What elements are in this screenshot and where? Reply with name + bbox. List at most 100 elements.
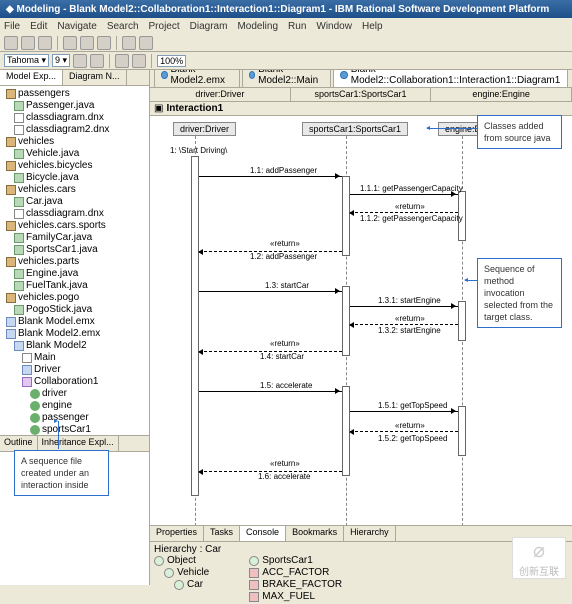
tree-item[interactable]: engine [42, 400, 72, 412]
run-icon[interactable] [63, 36, 77, 50]
menu-window[interactable]: Window [316, 21, 352, 32]
tree-item[interactable]: Blank Model.emx [18, 316, 95, 328]
message-arrow[interactable] [350, 306, 458, 307]
tree-item[interactable]: vehicles.bicycles [18, 160, 92, 172]
tree-item[interactable]: SportsCar1.java [26, 244, 98, 256]
lifeline-head-driver[interactable]: driver:Driver [173, 122, 236, 136]
tab-model-explorer[interactable]: Model Exp... [0, 70, 63, 85]
hier-item[interactable]: Vehicle [177, 567, 209, 578]
tree-item[interactable]: passenger [42, 412, 89, 424]
tab-tasks[interactable]: Tasks [204, 526, 240, 541]
tree-item[interactable]: Bicycle.java [26, 172, 79, 184]
editor-tab[interactable]: Blank Model2.emx [154, 70, 240, 87]
tree-item[interactable]: vehicles [18, 136, 54, 148]
activation-bar[interactable] [342, 286, 350, 356]
lifeline-label: sportsCar1:SportsCar1 [291, 88, 432, 101]
menu-run[interactable]: Run [288, 21, 306, 32]
save-icon[interactable] [21, 36, 35, 50]
lifeline-head-sportscar[interactable]: sportsCar1:SportsCar1 [302, 122, 408, 136]
tree-item[interactable]: vehicles.parts [18, 256, 79, 268]
message-label: 1.1.1: getPassengerCapacity [360, 184, 463, 193]
menu-search[interactable]: Search [107, 21, 139, 32]
tab-outline[interactable]: Outline [0, 436, 38, 451]
tab-bookmarks[interactable]: Bookmarks [286, 526, 344, 541]
model-icon [14, 341, 24, 351]
menu-diagram[interactable]: Diagram [190, 21, 228, 32]
fontsize-select[interactable]: 9 ▾ [52, 54, 70, 67]
activation-bar[interactable] [191, 156, 199, 496]
tree-item[interactable]: FamilyCar.java [26, 232, 92, 244]
nav-icon[interactable] [139, 36, 153, 50]
menu-project[interactable]: Project [149, 21, 180, 32]
tree-item[interactable]: vehicles.cars.sports [18, 220, 106, 232]
format-toolbar: Tahoma ▾ 9 ▾ 100% [0, 52, 572, 70]
tree-item[interactable]: PogoStick.java [26, 304, 92, 316]
fill-icon[interactable] [132, 54, 146, 68]
tree-item[interactable]: driver [42, 388, 67, 400]
editor-tab[interactable]: Blank Model2::Main [242, 70, 332, 87]
print-icon[interactable] [38, 36, 52, 50]
message-arrow[interactable] [199, 291, 342, 292]
tab-diagram-navigator[interactable]: Diagram N... [63, 70, 127, 85]
activation-bar[interactable] [458, 406, 466, 456]
tab-hierarchy[interactable]: Hierarchy [344, 526, 396, 541]
bold-icon[interactable] [73, 54, 87, 68]
tree-item[interactable]: Main [34, 352, 56, 364]
tree-item[interactable]: Blank Model2.emx [18, 328, 100, 340]
color-icon[interactable] [115, 54, 129, 68]
tab-properties[interactable]: Properties [150, 526, 204, 541]
tree-item[interactable]: classdiagram.dnx [26, 208, 104, 220]
collapse-icon[interactable]: ▣ [154, 103, 163, 114]
tree-item[interactable]: classdiagram2.dnx [26, 124, 109, 136]
zoom-select[interactable]: 100% [157, 55, 186, 67]
debug-icon[interactable] [80, 36, 94, 50]
return-arrow[interactable] [350, 431, 458, 432]
hierarchy-label: Hierarchy : Car [154, 544, 568, 555]
font-select[interactable]: Tahoma ▾ [4, 54, 49, 67]
tree-item[interactable]: passengers [18, 88, 70, 100]
tree-item[interactable]: Passenger.java [26, 100, 94, 112]
message-arrow[interactable] [199, 176, 342, 177]
hier-item[interactable]: Object [167, 555, 196, 566]
menu-edit[interactable]: Edit [30, 21, 47, 32]
watermark-text: 创新互联 [519, 563, 559, 578]
message-label: «return» [270, 339, 300, 348]
tree-item[interactable]: FuelTank.java [26, 280, 88, 292]
menu-modeling[interactable]: Modeling [237, 21, 278, 32]
ext-icon[interactable] [97, 36, 111, 50]
activation-bar[interactable] [458, 301, 466, 341]
tree-item[interactable]: vehicles.cars [18, 184, 76, 196]
menu-navigate[interactable]: Navigate [57, 21, 96, 32]
new-icon[interactable] [4, 36, 18, 50]
message-arrow[interactable] [350, 194, 458, 195]
message-label: «return» [395, 202, 425, 211]
callout-sequence-file: A sequence file created under an interac… [14, 450, 109, 496]
message-label: 1.1.2: getPassengerCapacity [360, 214, 463, 223]
hier-item[interactable]: ACC_FACTOR [262, 567, 329, 578]
tree-item[interactable]: Engine.java [26, 268, 78, 280]
message-arrow[interactable] [199, 391, 342, 392]
menu-file[interactable]: File [4, 21, 20, 32]
watermark: ⌀ 创新互联 [512, 537, 566, 579]
return-arrow[interactable] [350, 324, 458, 325]
menu-help[interactable]: Help [362, 21, 383, 32]
activation-bar[interactable] [342, 176, 350, 256]
hier-item[interactable]: SportsCar1 [262, 555, 313, 566]
search-icon[interactable] [122, 36, 136, 50]
italic-icon[interactable] [90, 54, 104, 68]
tree-item[interactable]: Collaboration1 [34, 376, 99, 388]
return-arrow[interactable] [350, 212, 458, 213]
message-label[interactable]: 1: \Start Driving\ [170, 146, 227, 155]
tree-item[interactable]: classdiagram.dnx [26, 112, 104, 124]
tree-item[interactable]: vehicles.pogo [18, 292, 79, 304]
role-icon [30, 401, 40, 411]
message-arrow[interactable] [350, 411, 458, 412]
tree-item[interactable]: Driver [34, 364, 61, 376]
tab-console[interactable]: Console [240, 526, 286, 541]
tree-item[interactable]: Vehicle.java [26, 148, 79, 160]
editor-tab-active[interactable]: Blank Model2::Collaboration1::Interactio… [333, 70, 568, 87]
tab-inheritance[interactable]: Inheritance Expl... [38, 436, 119, 451]
hier-item[interactable]: MAX_FUEL [262, 591, 315, 602]
tree-item[interactable]: Car.java [26, 196, 63, 208]
tree-item[interactable]: Blank Model2 [26, 340, 87, 352]
